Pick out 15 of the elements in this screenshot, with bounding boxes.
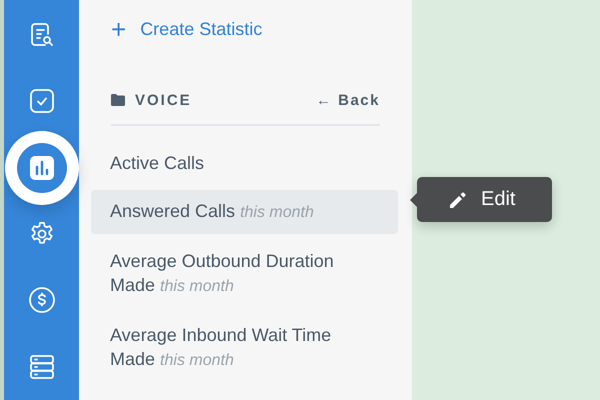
pencil-icon (449, 190, 467, 208)
create-statistic-link[interactable]: + Create Statistic (91, 14, 400, 44)
dollar-icon (28, 286, 56, 314)
checkbox-icon (28, 88, 54, 114)
bar-chart-icon (30, 156, 54, 180)
statistic-item[interactable]: Average Outbound Duration Made this month (91, 240, 398, 308)
folder-name: VOICE (135, 92, 192, 108)
nav-item[interactable] (16, 142, 66, 193)
server-icon (28, 354, 54, 380)
statistic-item[interactable]: Active Calls (91, 142, 398, 184)
folder-icon (111, 94, 125, 106)
statistic-item[interactable]: Average Inbound Wait Time Made this month (91, 314, 398, 382)
back-link[interactable]: ← Back (316, 92, 380, 108)
document-search-icon (28, 22, 54, 48)
statistic-item[interactable]: Answered Calls this month (91, 190, 398, 234)
